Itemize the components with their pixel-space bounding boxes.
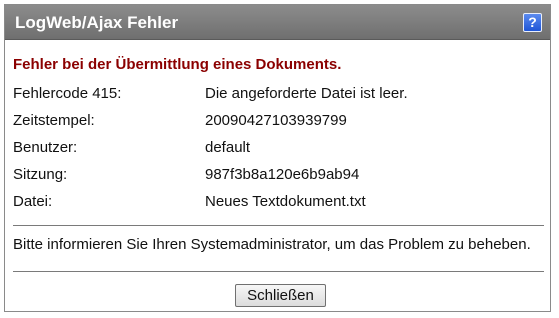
detail-row-file: Datei: Neues Textdokument.txt	[13, 193, 543, 213]
divider-top	[13, 225, 544, 226]
detail-label: Datei:	[13, 193, 53, 210]
detail-row-error-code: Fehlercode 415: Die angeforderte Datei i…	[13, 85, 543, 105]
error-dialog: LogWeb/Ajax Fehler ? Fehler bei der Über…	[4, 4, 551, 312]
detail-value: Die angeforderte Datei ist leer.	[205, 85, 408, 102]
error-heading: Fehler bei der Übermittlung eines Dokume…	[13, 56, 342, 73]
detail-value: 987f3b8a120e6b9ab94	[205, 166, 360, 183]
detail-label: Benutzer:	[13, 139, 78, 156]
help-icon[interactable]: ?	[523, 13, 542, 32]
detail-value: default	[205, 139, 251, 156]
detail-row-timestamp: Zeitstempel: 20090427103939799	[13, 112, 543, 132]
divider-bottom	[13, 271, 544, 272]
detail-label: Sitzung:	[13, 166, 68, 183]
detail-label: Zeitstempel:	[13, 112, 95, 129]
detail-value: 20090427103939799	[205, 112, 347, 129]
detail-value: Neues Textdokument.txt	[205, 193, 366, 210]
dialog-title: LogWeb/Ajax Fehler	[15, 13, 179, 32]
detail-row-session: Sitzung: 987f3b8a120e6b9ab94	[13, 166, 543, 186]
admin-message: Bitte informieren Sie Ihren Systemadmini…	[13, 236, 531, 253]
detail-label: Fehlercode 415:	[13, 85, 122, 102]
dialog-titlebar: LogWeb/Ajax Fehler ?	[5, 5, 550, 40]
close-button[interactable]: Schließen	[235, 284, 326, 307]
detail-row-user: Benutzer: default	[13, 139, 543, 159]
